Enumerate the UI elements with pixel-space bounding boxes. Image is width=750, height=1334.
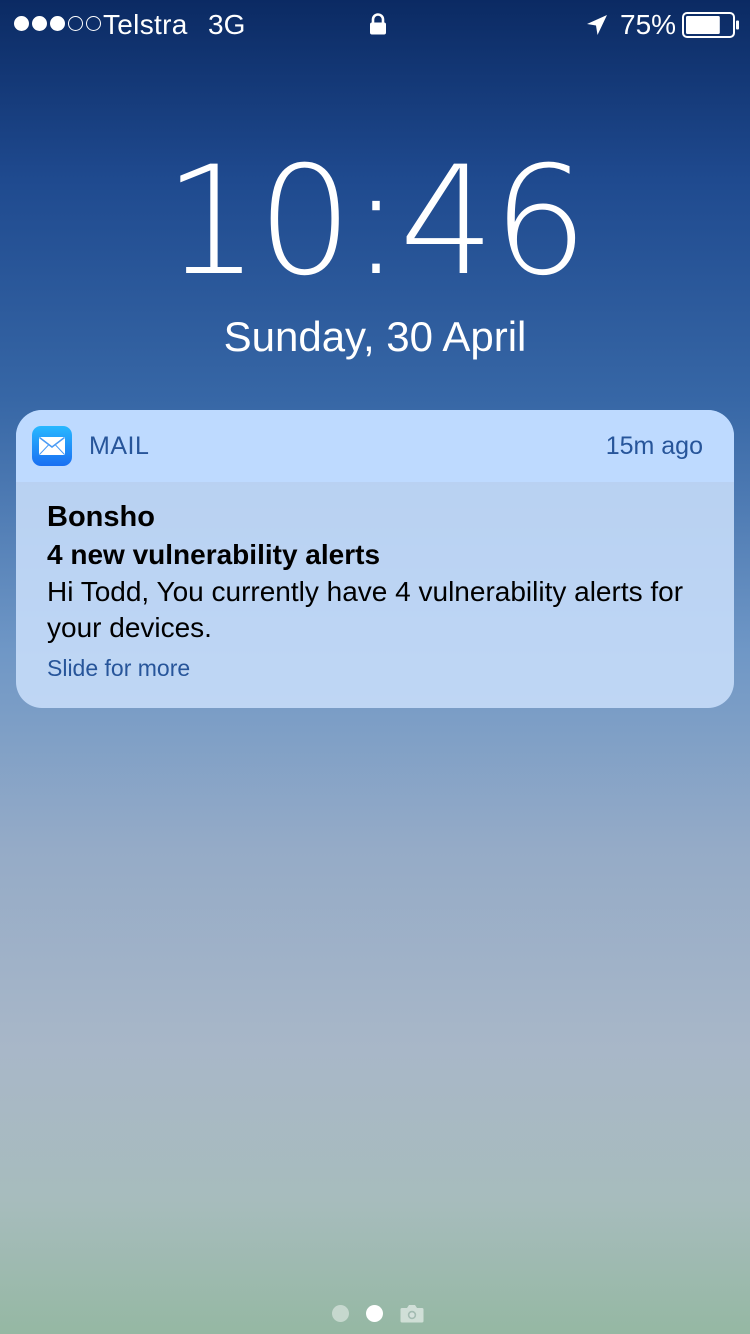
notification-subject: 4 new vulnerability alerts	[47, 539, 381, 570]
lock-screen-clock: 10:46	[163, 135, 588, 309]
signal-dot	[68, 16, 83, 31]
page-indicator	[332, 1304, 424, 1323]
notification-app-name: MAIL	[89, 432, 150, 460]
signal-dot	[14, 16, 29, 31]
lock-screen-date: Sunday, 30 April	[223, 313, 527, 360]
location-arrow-icon	[587, 15, 607, 35]
status-bar: Telstra 3G 75%	[0, 0, 750, 50]
notification-timestamp: 15m ago	[605, 432, 703, 460]
camera-icon[interactable]	[400, 1304, 424, 1323]
mail-icon	[32, 426, 72, 466]
slide-for-more-hint[interactable]: Slide for more	[47, 650, 717, 686]
page-dot-2[interactable]	[366, 1305, 383, 1322]
battery-percentage: 75%	[620, 9, 677, 40]
signal-dot	[50, 16, 65, 31]
mail-notification[interactable]: MAIL 15m ago Bonsho 4 new vulnerability …	[16, 410, 734, 708]
notification-sender: Bonsho	[47, 501, 155, 533]
signal-strength-indicator	[14, 16, 101, 31]
notification-header: MAIL 15m ago	[16, 410, 734, 482]
notification-preview: Hi Todd, You currently have 4 vulnerabil…	[47, 576, 684, 643]
notification-body: Bonsho 4 new vulnerability alerts Hi Tod…	[47, 498, 717, 686]
signal-dot	[86, 16, 101, 31]
battery-icon	[682, 12, 739, 38]
network-type: 3G	[208, 9, 246, 40]
lock-icon	[370, 13, 386, 35]
page-dot-1[interactable]	[332, 1305, 349, 1322]
signal-dot	[32, 16, 47, 31]
carrier-name: Telstra	[103, 9, 188, 40]
